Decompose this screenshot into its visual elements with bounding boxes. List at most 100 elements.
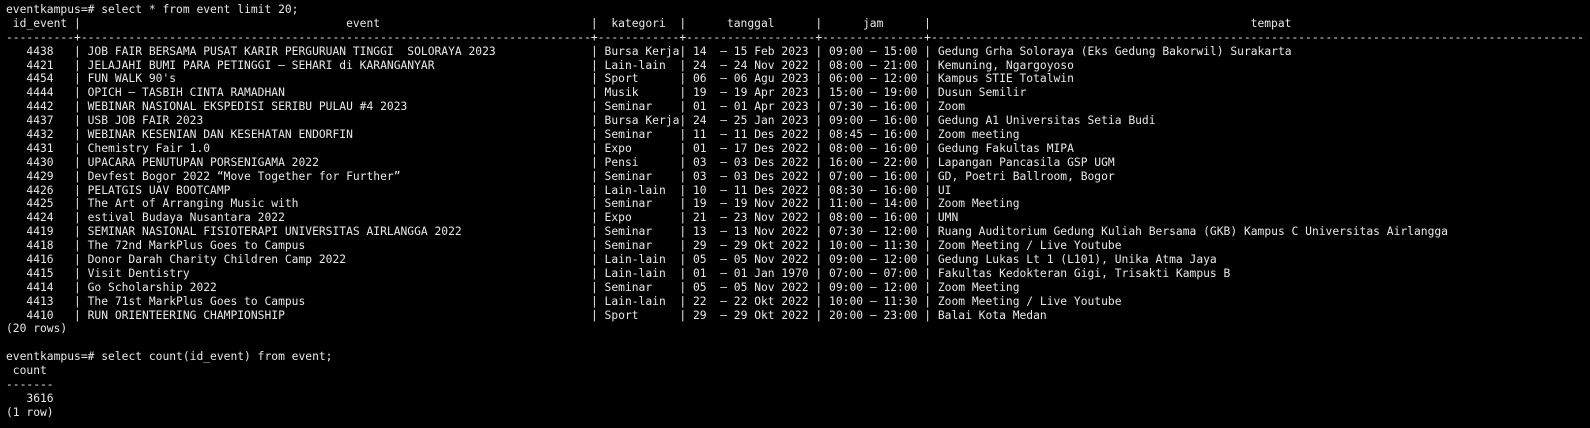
cell-kategori: Lain-lain xyxy=(597,183,680,197)
column-separator: | xyxy=(74,58,81,72)
cell-tempat: Gedung Grha Soloraya (Eks Gedung Bakorwi… xyxy=(931,44,1586,58)
cell-tanggal: 01 – 17 Des 2022 xyxy=(686,141,816,155)
table-row: 4421 | JELAJAHI BUMI PARA PETINGGI – SEH… xyxy=(6,59,1586,73)
column-separator: | xyxy=(74,308,81,322)
cell-event: USB JOB FAIR 2023 xyxy=(80,114,591,128)
cell-jam: 07:00 – 16:00 xyxy=(822,169,925,183)
cell-kategori: Seminar xyxy=(597,197,680,211)
prompt: eventkampus=# xyxy=(6,350,95,364)
table-row: 4432 | WEBINAR KESENIAN DAN KESEHATAN EN… xyxy=(6,128,1586,142)
cell-kategori: Expo xyxy=(597,141,680,155)
count-separator: ------- xyxy=(6,378,54,392)
column-separator: | xyxy=(590,155,598,169)
column-separator: | xyxy=(590,211,598,225)
column-separator: | xyxy=(74,239,81,253)
cell-kategori: Lain-lain xyxy=(597,266,680,280)
table-row: 4454 | FUN WALK 90's | Sport | 06 – 06 A… xyxy=(6,72,1586,86)
cell-event: JELAJAHI BUMI PARA PETINGGI – SEHARI di … xyxy=(80,58,591,72)
cell-kategori: Seminar xyxy=(597,239,680,253)
column-separator: | xyxy=(590,197,598,211)
terminal-window[interactable]: eventkampus=# select * from event limit … xyxy=(6,3,1586,425)
cell-jam: 08:00 – 16:00 xyxy=(822,141,925,155)
column-separator: | xyxy=(590,141,598,155)
cell-jam: 08:00 – 16:00 xyxy=(822,211,925,225)
cell-jam: 09:00 – 16:00 xyxy=(822,114,925,128)
cell-jam: 09:00 – 12:00 xyxy=(822,280,925,294)
cell-id-event: 4430 xyxy=(6,155,75,169)
cell-id-event: 4432 xyxy=(6,128,75,142)
cell-tanggal: 21 – 23 Nov 2022 xyxy=(686,211,816,225)
table-row: 4442 | WEBINAR NASIONAL EKSPEDISI SERIBU… xyxy=(6,100,1586,114)
column-separator: | xyxy=(74,169,81,183)
cell-jam: 09:00 – 12:00 xyxy=(822,253,925,267)
cell-tanggal: 24 – 24 Nov 2022 xyxy=(686,58,816,72)
cell-event: Devfest Bogor 2022 “Move Together for Fu… xyxy=(80,169,591,183)
cell-kategori: Musik xyxy=(597,86,680,100)
cell-kategori: Bursa Kerja xyxy=(597,44,680,58)
cell-tanggal: 03 – 03 Des 2022 xyxy=(686,169,816,183)
cell-jam: 08:00 – 21:00 xyxy=(822,58,925,72)
column-separator: | xyxy=(590,183,598,197)
cell-jam: 06:00 – 12:00 xyxy=(822,72,925,86)
cell-tanggal: 24 – 25 Jan 2023 xyxy=(686,114,816,128)
column-separator: | xyxy=(74,183,81,197)
cell-jam: 10:00 – 11:30 xyxy=(822,239,925,253)
cell-jam: 08:30 – 16:00 xyxy=(822,183,925,197)
cell-tanggal: 10 – 11 Des 2022 xyxy=(686,183,816,197)
cell-kategori: Lain-lain xyxy=(597,58,680,72)
cell-event: Visit Dentistry xyxy=(80,266,591,280)
cell-kategori: Sport xyxy=(597,72,680,86)
cell-id-event: 4431 xyxy=(6,141,75,155)
cell-tempat: Gedung Lukas Lt 1 (L101), Unika Atma Jay… xyxy=(931,253,1586,267)
column-separator: | xyxy=(74,141,81,155)
cell-kategori: Seminar xyxy=(597,280,680,294)
column-separator: | xyxy=(74,100,81,114)
query1-text: select * from event limit 20; xyxy=(101,3,299,16)
cell-id-event: 4416 xyxy=(6,253,75,267)
cell-tempat: GD, Poetri Ballroom, Bogor xyxy=(931,169,1586,183)
cell-kategori: Seminar xyxy=(597,169,680,183)
cell-tempat: Balai Kota Medan xyxy=(931,308,1586,322)
table-row: 4410 | RUN ORIENTEERING CHAMPIONSHIP | S… xyxy=(6,309,1586,323)
cell-id-event: 4421 xyxy=(6,58,75,72)
cell-event: JOB FAIR BERSAMA PUSAT KARIR PERGURUAN T… xyxy=(80,44,591,58)
table-row: 4444 | OPICH – TASBIH CINTA RAMADHAN | M… xyxy=(6,86,1586,100)
column-separator: | xyxy=(74,197,81,211)
column-separator: | xyxy=(74,225,81,239)
cell-id-event: 4437 xyxy=(6,114,75,128)
cell-id-event: 4425 xyxy=(6,197,75,211)
cell-event: Chemistry Fair 1.0 xyxy=(80,141,591,155)
column-separator: | xyxy=(590,253,598,267)
cell-id-event: 4419 xyxy=(6,225,75,239)
table-row: 4414 | Go Scholarship 2022 | Seminar | 0… xyxy=(6,281,1586,295)
column-separator: | xyxy=(590,294,598,308)
count-value-line: 3616 xyxy=(6,392,1586,406)
cell-tempat: Dusun Semilir xyxy=(931,86,1586,100)
cell-tempat: Zoom Meeting xyxy=(931,280,1586,294)
column-separator: | xyxy=(590,280,598,294)
column-separator: | xyxy=(74,280,81,294)
table-row: 4415 | Visit Dentistry | Lain-lain | 01 … xyxy=(6,267,1586,281)
cell-id-event: 4414 xyxy=(6,280,75,294)
cell-event: RUN ORIENTEERING CHAMPIONSHIP xyxy=(80,308,591,322)
cell-id-event: 4424 xyxy=(6,211,75,225)
cell-event: PELATGIS UAV BOOTCAMP xyxy=(80,183,591,197)
cell-jam: 07:30 – 16:00 xyxy=(822,100,925,114)
cell-tempat: Gedung Fakultas MIPA xyxy=(931,141,1586,155)
cell-kategori: Seminar xyxy=(597,100,680,114)
cell-id-event: 4454 xyxy=(6,72,75,86)
cell-event: Go Scholarship 2022 xyxy=(80,280,591,294)
cell-event: The 72nd MarkPlus Goes to Campus xyxy=(80,239,591,253)
column-separator: | xyxy=(590,58,598,72)
query2-text: select count(id_event) from event; xyxy=(101,350,333,364)
column-separator: | xyxy=(74,294,81,308)
query2-line: eventkampus=# select count(id_event) fro… xyxy=(6,350,1586,364)
table-row: 4419 | SEMINAR NASIONAL FISIOTERAPI UNIV… xyxy=(6,225,1586,239)
cell-id-event: 4415 xyxy=(6,266,75,280)
column-separator: | xyxy=(74,155,81,169)
cell-event: estival Budaya Nusantara 2022 xyxy=(80,211,591,225)
cell-id-event: 4444 xyxy=(6,86,75,100)
cell-tanggal: 19 – 19 Nov 2022 xyxy=(686,197,816,211)
cell-tempat: UI xyxy=(931,183,1586,197)
